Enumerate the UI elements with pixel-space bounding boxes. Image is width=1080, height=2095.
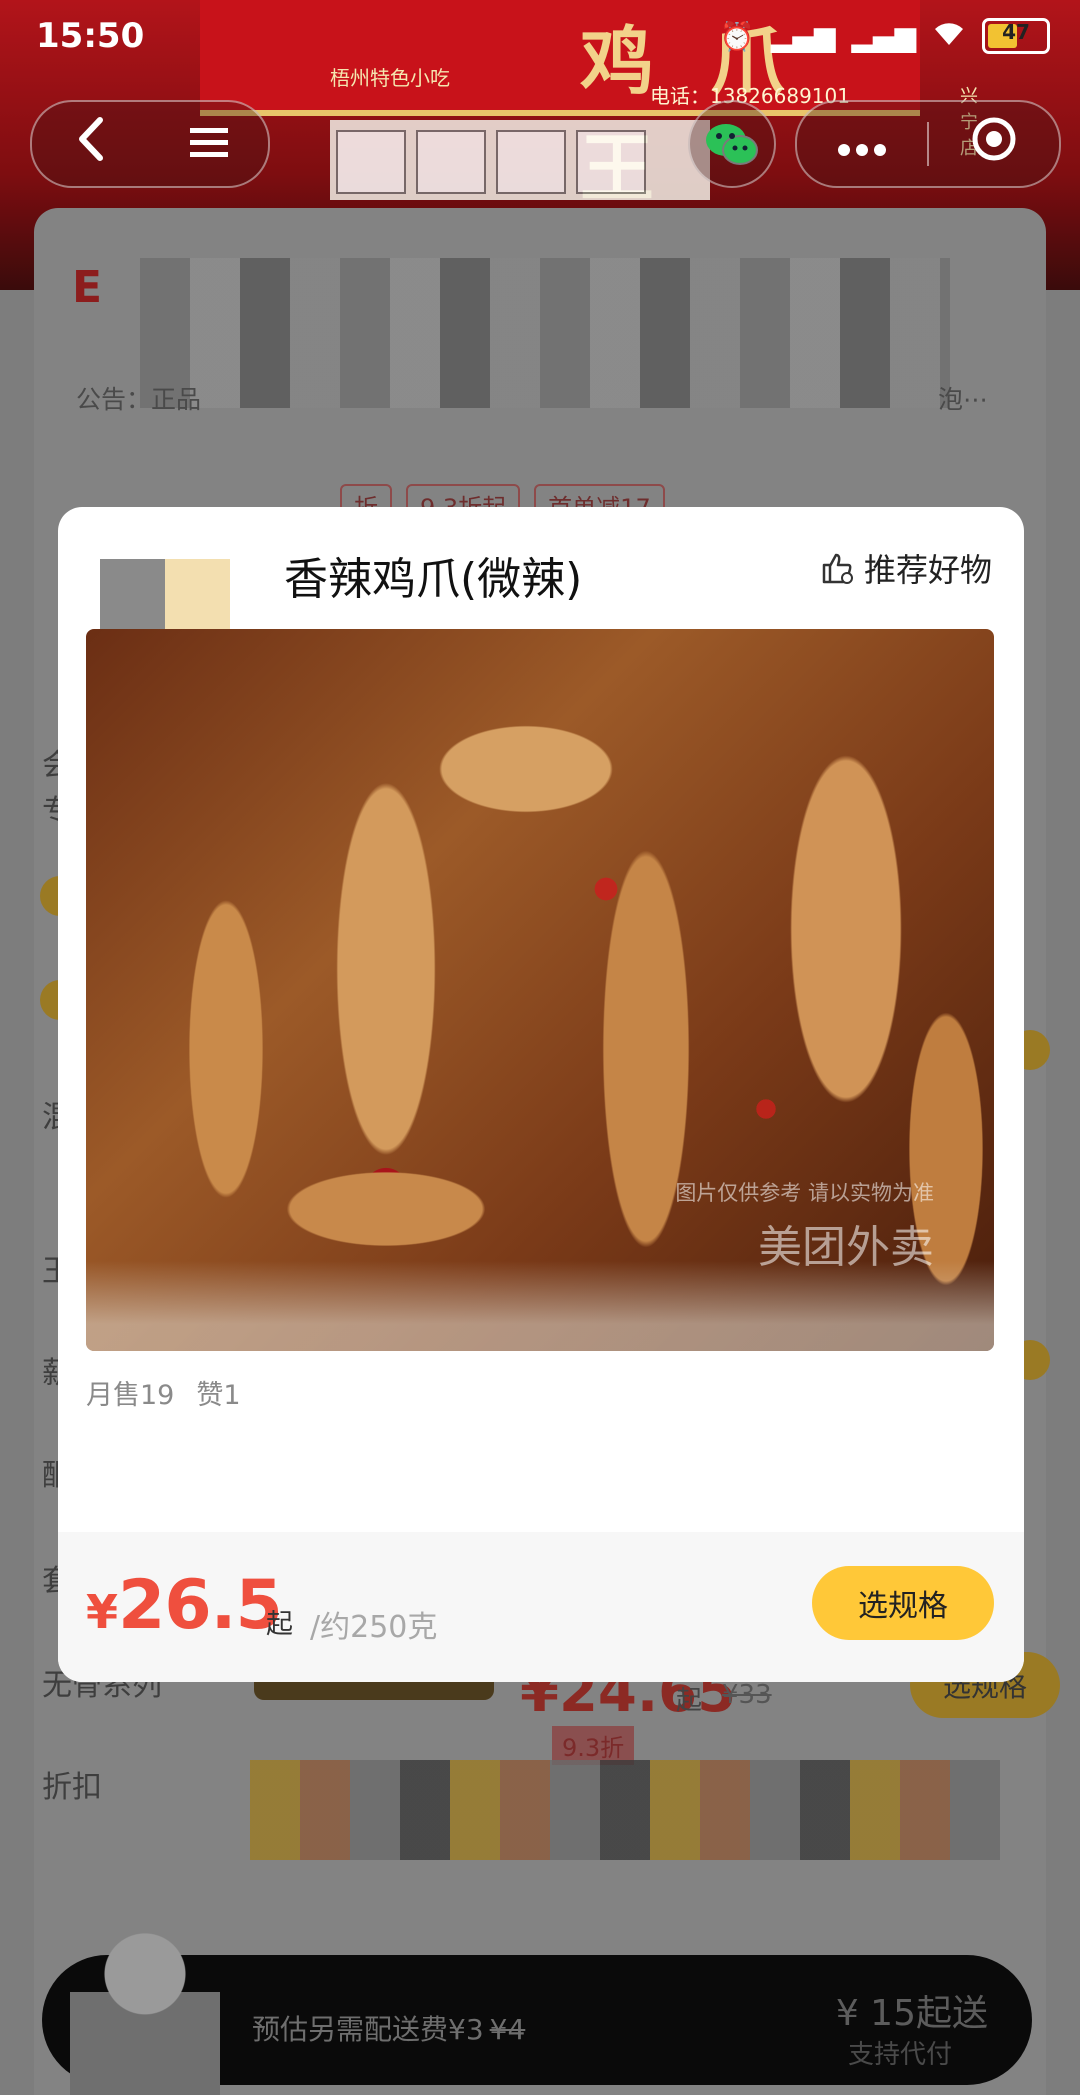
like-count: 赞1 (196, 1380, 241, 1411)
wechat-icon (706, 124, 758, 165)
price-currency: ¥ (86, 1585, 119, 1639)
more-button[interactable] (797, 121, 927, 167)
wechat-share-button[interactable] (688, 100, 776, 188)
monthly-sales: 月售19 (86, 1380, 175, 1411)
delivery-fee-text: 预估另需配送费¥3 (252, 2013, 484, 2046)
back-button[interactable] (32, 116, 150, 173)
status-bar: 15:50 ⏰ ▂▄▆ ▂▄▆ 47 (0, 0, 1080, 76)
product-stats: 月售19 赞1 (86, 1373, 241, 1412)
close-miniprogram-button[interactable] (929, 115, 1059, 173)
price-unit: /约250克 (310, 1610, 438, 1645)
price-value: 26.5 (118, 1566, 283, 1645)
product-detail-modal: 香辣鸡爪(微辣) 推荐好物 图片仅供参考 请以实物为准 美团外卖 月售19 赞1 … (58, 507, 1024, 1682)
recommend-label: 推荐好物 (863, 551, 992, 589)
battery-level: 47 (1002, 20, 1030, 44)
signal-icon-2: ▂▄▆ (851, 19, 916, 53)
cart-mascot-icon (70, 1922, 220, 2095)
wifi-icon (932, 19, 966, 54)
product-price: ¥26.5 (86, 1566, 283, 1645)
nav-left-capsule (30, 100, 270, 188)
status-icons: ⏰ ▂▄▆ ▂▄▆ 47 (720, 18, 1050, 54)
signal-icon: ▂▄▆ (770, 19, 836, 53)
photo-watermark: 图片仅供参考 请以实物为准 美团外卖 (675, 1177, 934, 1275)
proxy-pay-label: 支持代付 (847, 2040, 952, 2070)
pixelated-product-row (250, 1760, 1000, 1860)
store-notice-more[interactable]: 泡⋯ (938, 380, 988, 416)
shop-window (330, 120, 710, 272)
product-photo[interactable]: 图片仅供参考 请以实物为准 美团外卖 (86, 629, 994, 1351)
product-title: 香辣鸡爪(微辣) (284, 554, 583, 605)
side-menu-item[interactable]: 折扣 (42, 1762, 102, 1806)
battery-icon: 47 (982, 18, 1050, 54)
nav-right-capsule (795, 100, 1061, 188)
modal-footer: ¥26.5 起 /约250克 选规格 (58, 1532, 1024, 1682)
brand-logo: E (72, 262, 103, 313)
store-notice[interactable]: 公告：正品 (76, 380, 201, 416)
alarm-icon: ⏰ (719, 19, 755, 53)
select-spec-button[interactable]: 选规格 (812, 1566, 994, 1640)
bg-product-price-suffix: 起 (676, 1686, 703, 1716)
min-order-amount: ¥ 15起送 (835, 1993, 988, 2034)
watermark-brand: 美团外卖 (758, 1222, 934, 1273)
thumbs-up-icon (822, 553, 853, 584)
status-time: 15:50 (36, 16, 145, 56)
delivery-fee: 预估另需配送费¥3 ¥4 (252, 2008, 525, 2048)
watermark-note: 图片仅供参考 请以实物为准 (675, 1181, 934, 1205)
price-suffix: 起 (266, 1609, 293, 1640)
bg-product-old-price: ¥33 (722, 1680, 772, 1710)
menu-button[interactable] (150, 117, 268, 171)
recommend-button[interactable]: 推荐好物 (820, 545, 992, 591)
pixelated-store-name (140, 258, 950, 408)
delivery-fee-old: ¥4 (489, 2013, 526, 2046)
